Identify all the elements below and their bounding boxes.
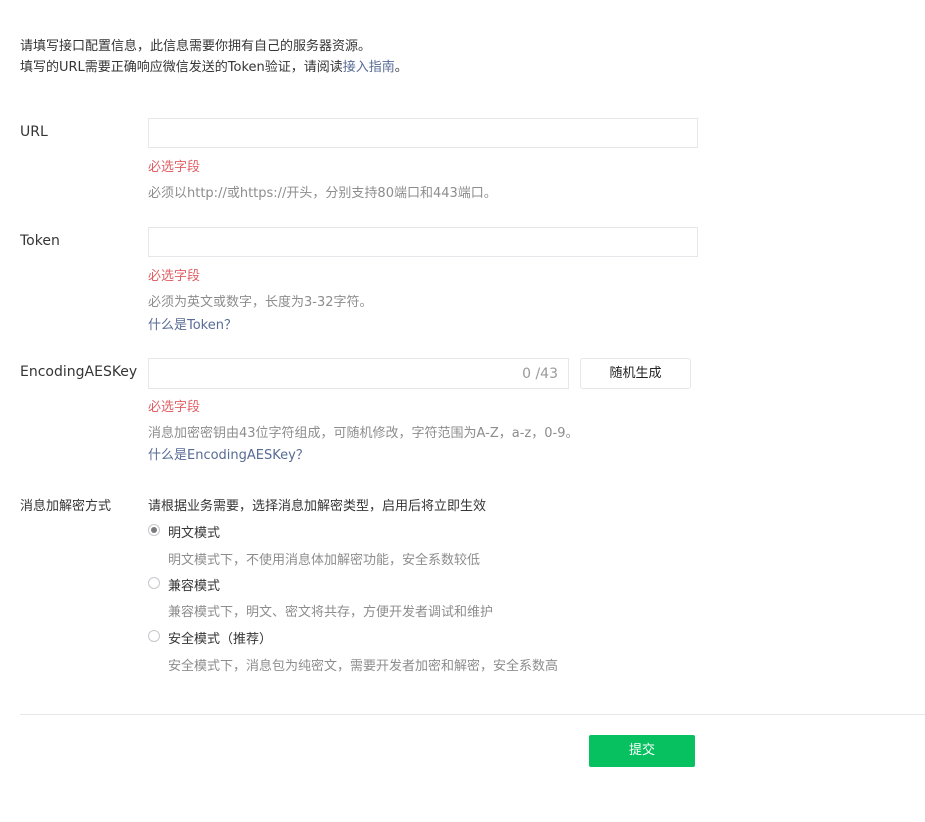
radio-option-compat[interactable]: 兼容模式 <box>148 575 348 594</box>
aeskey-char-counter: 0 /43 <box>522 366 558 382</box>
intro-line-2-suffix: 。 <box>394 60 408 75</box>
intro-line-2: 填写的URL需要正确响应微信发送的Token验证，请阅读接入指南。 <box>20 57 408 78</box>
radio-button-safe[interactable] <box>148 630 160 642</box>
radio-button-compat[interactable] <box>148 577 160 589</box>
radio-tip-compat: 兼容模式下，明文、密文将共存，方便开发者调试和维护 <box>168 605 494 620</box>
what-is-token-link[interactable]: 什么是Token？ <box>148 314 237 333</box>
encryption-mode-description: 请根据业务需要，选择消息加解密类型，启用后将立即生效 <box>148 499 487 514</box>
footer-divider <box>20 714 925 715</box>
url-input[interactable] <box>149 119 697 147</box>
token-error: 必选字段 <box>148 269 201 284</box>
radio-option-safe[interactable]: 安全模式（推荐） <box>148 628 348 647</box>
token-input-box <box>148 227 698 257</box>
radio-button-plain[interactable] <box>148 524 160 536</box>
token-label: Token <box>20 233 60 249</box>
aeskey-input[interactable] <box>149 359 489 388</box>
token-input[interactable] <box>149 228 697 256</box>
url-label: URL <box>20 124 48 140</box>
radio-tip-plain: 明文模式下，不使用消息体加解密功能，安全系数较低 <box>168 553 481 568</box>
access-guide-link[interactable]: 接入指南 <box>343 60 395 75</box>
token-tip: 必须为英文或数字，长度为3-32字符。 <box>148 295 373 310</box>
what-is-aeskey-link[interactable]: 什么是EncodingAESKey？ <box>148 444 309 463</box>
url-tip: 必须以http://或https://开头，分别支持80端口和443端口。 <box>148 186 497 201</box>
radio-tip-safe: 安全模式下，消息包为纯密文，需要开发者加密和解密，安全系数高 <box>168 659 559 674</box>
intro-line-2-prefix: 填写的URL需要正确响应微信发送的Token验证，请阅读 <box>20 60 343 75</box>
encryption-mode-label: 消息加解密方式 <box>20 499 112 514</box>
intro-line-1: 请填写接口配置信息，此信息需要你拥有自己的服务器资源。 <box>20 39 372 54</box>
random-generate-button[interactable]: 随机生成 <box>580 358 691 389</box>
radio-label-compat: 兼容模式 <box>168 579 221 594</box>
aeskey-input-box: 0 /43 <box>148 358 569 389</box>
url-error: 必选字段 <box>148 160 201 175</box>
submit-button[interactable]: 提交 <box>589 735 695 767</box>
aeskey-tip: 消息加密密钥由43位字符组成，可随机修改，字符范围为A-Z，a-z，0-9。 <box>148 426 579 441</box>
intro-text: 请填写接口配置信息，此信息需要你拥有自己的服务器资源。 填写的URL需要正确响应… <box>20 36 408 78</box>
aeskey-error: 必选字段 <box>148 400 201 415</box>
url-input-box <box>148 118 698 148</box>
radio-option-plain[interactable]: 明文模式 <box>148 522 348 541</box>
radio-label-plain: 明文模式 <box>168 526 221 541</box>
radio-label-safe: 安全模式（推荐） <box>168 632 273 647</box>
aeskey-label: EncodingAESKey <box>20 364 138 380</box>
